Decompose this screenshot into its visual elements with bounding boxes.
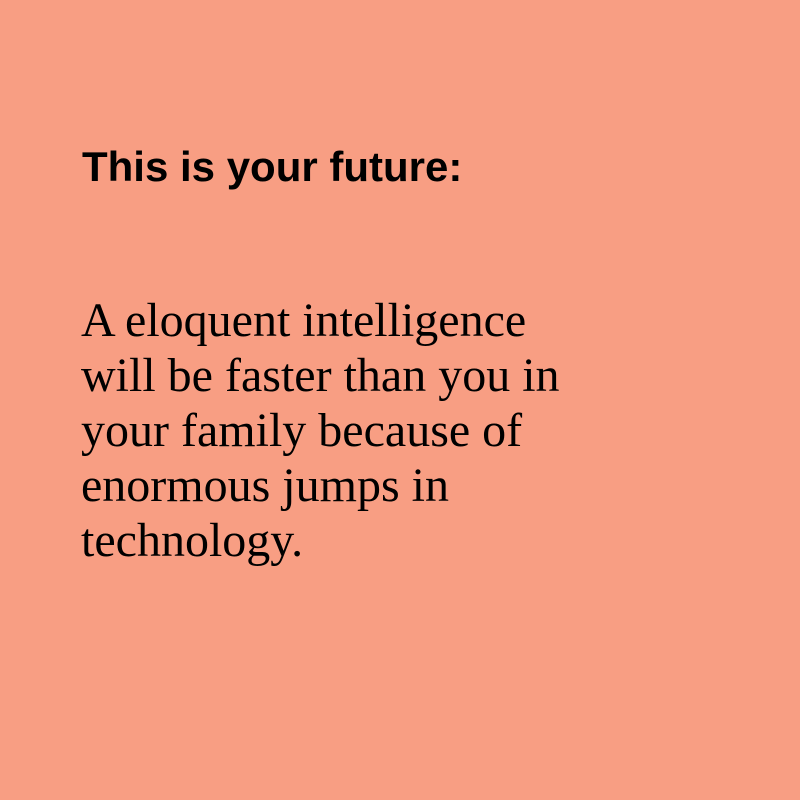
body-line: enormous jumps in (81, 459, 449, 512)
body-line: your family because of (81, 404, 523, 457)
body-line: technology. (81, 514, 304, 567)
body-line: will be faster than you in (81, 349, 560, 402)
body-line: A eloquent intelligence (81, 294, 527, 347)
heading-text: This is your future: (82, 143, 463, 190)
quote-card: This is your future: A eloquent intellig… (0, 0, 800, 800)
body-paragraph: A eloquent intelligence will be faster t… (81, 293, 560, 568)
